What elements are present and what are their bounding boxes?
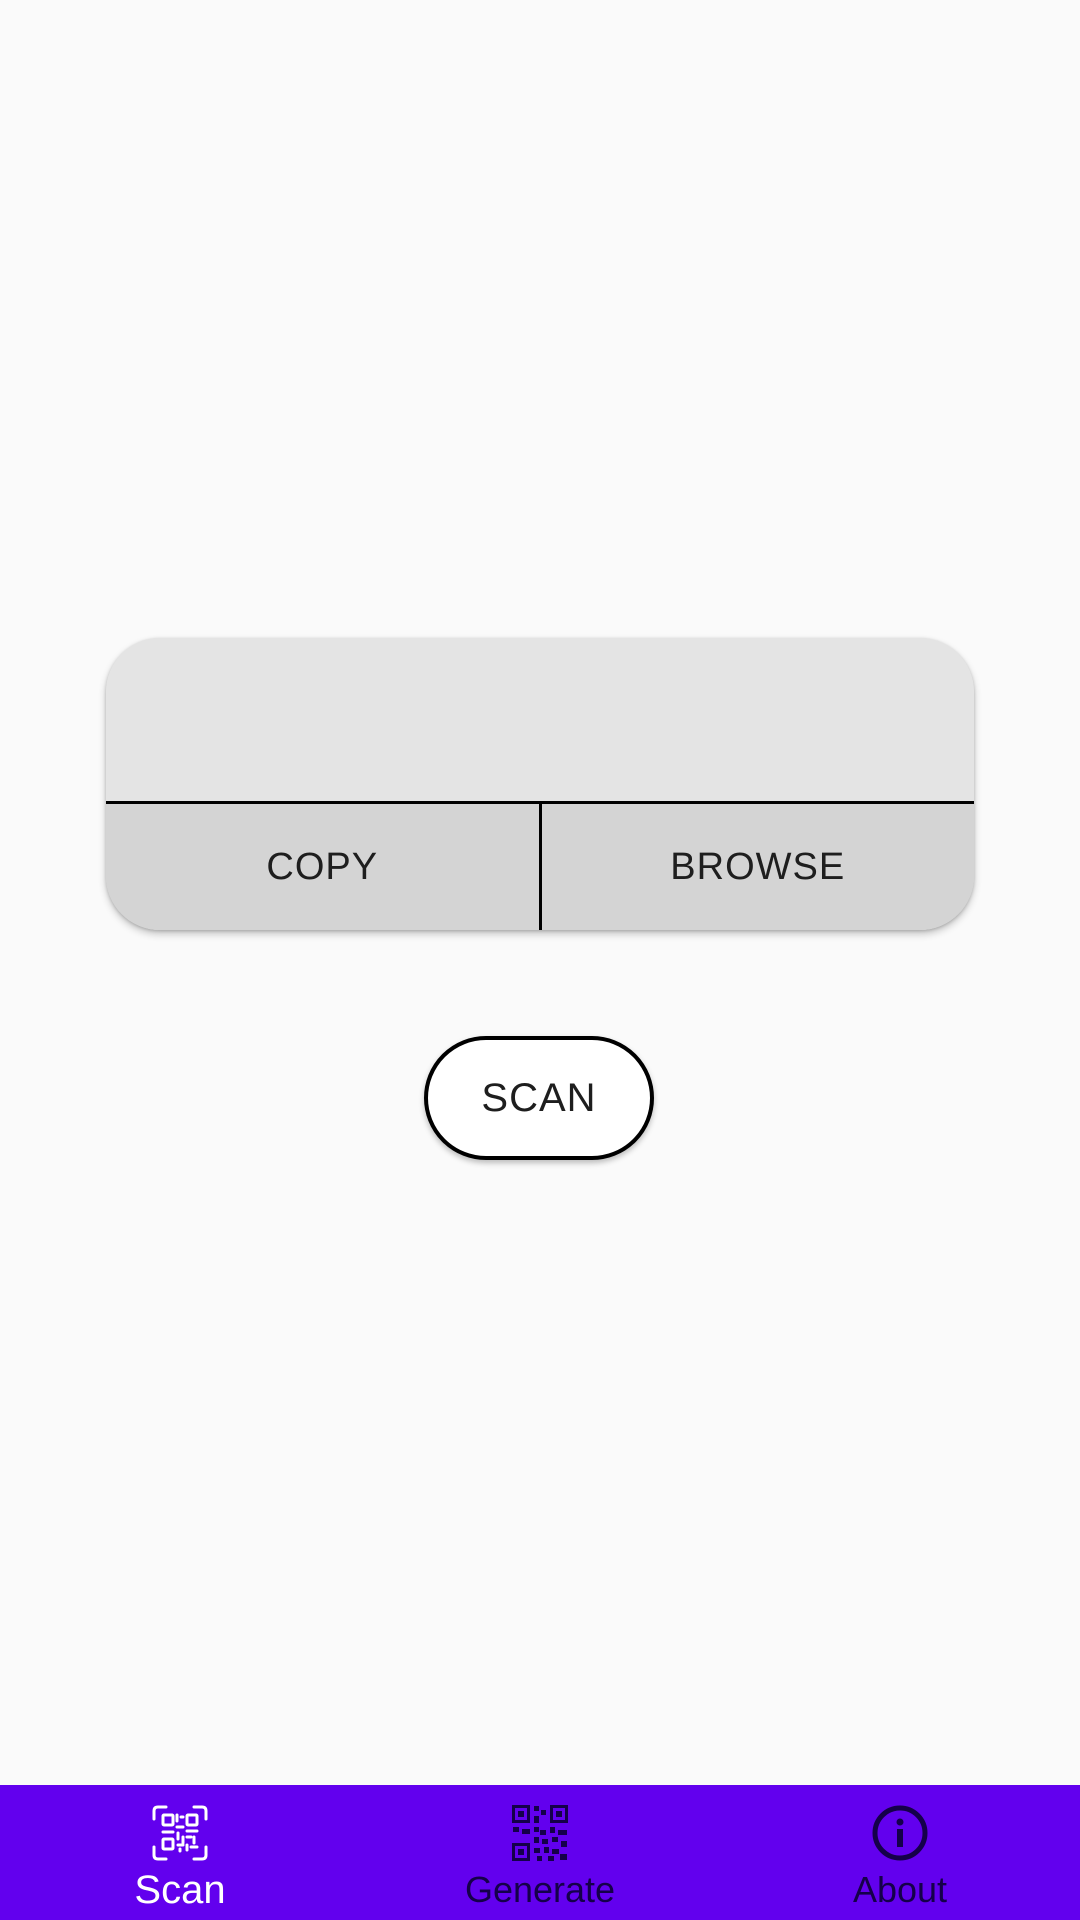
result-actions: COPY BROWSE [106,801,974,930]
nav-label-scan: Scan [134,1868,226,1912]
bottom-navigation: Scan Generate About [0,1785,1080,1920]
scan-button[interactable]: SCAN [424,1036,654,1160]
browse-button[interactable]: BROWSE [541,804,974,930]
result-card: COPY BROWSE [106,638,974,930]
scan-result-text [106,638,974,801]
qr-scan-icon [152,1805,208,1861]
nav-item-generate[interactable]: Generate [360,1785,720,1920]
nav-label-generate: Generate [464,1869,616,1910]
nav-item-about[interactable]: About [720,1785,1080,1920]
nav-item-scan[interactable]: Scan [0,1785,360,1920]
copy-button[interactable]: COPY [106,804,542,930]
qr-code-icon [512,1805,568,1861]
nav-label-about: About [852,1869,948,1910]
info-icon [872,1805,928,1861]
